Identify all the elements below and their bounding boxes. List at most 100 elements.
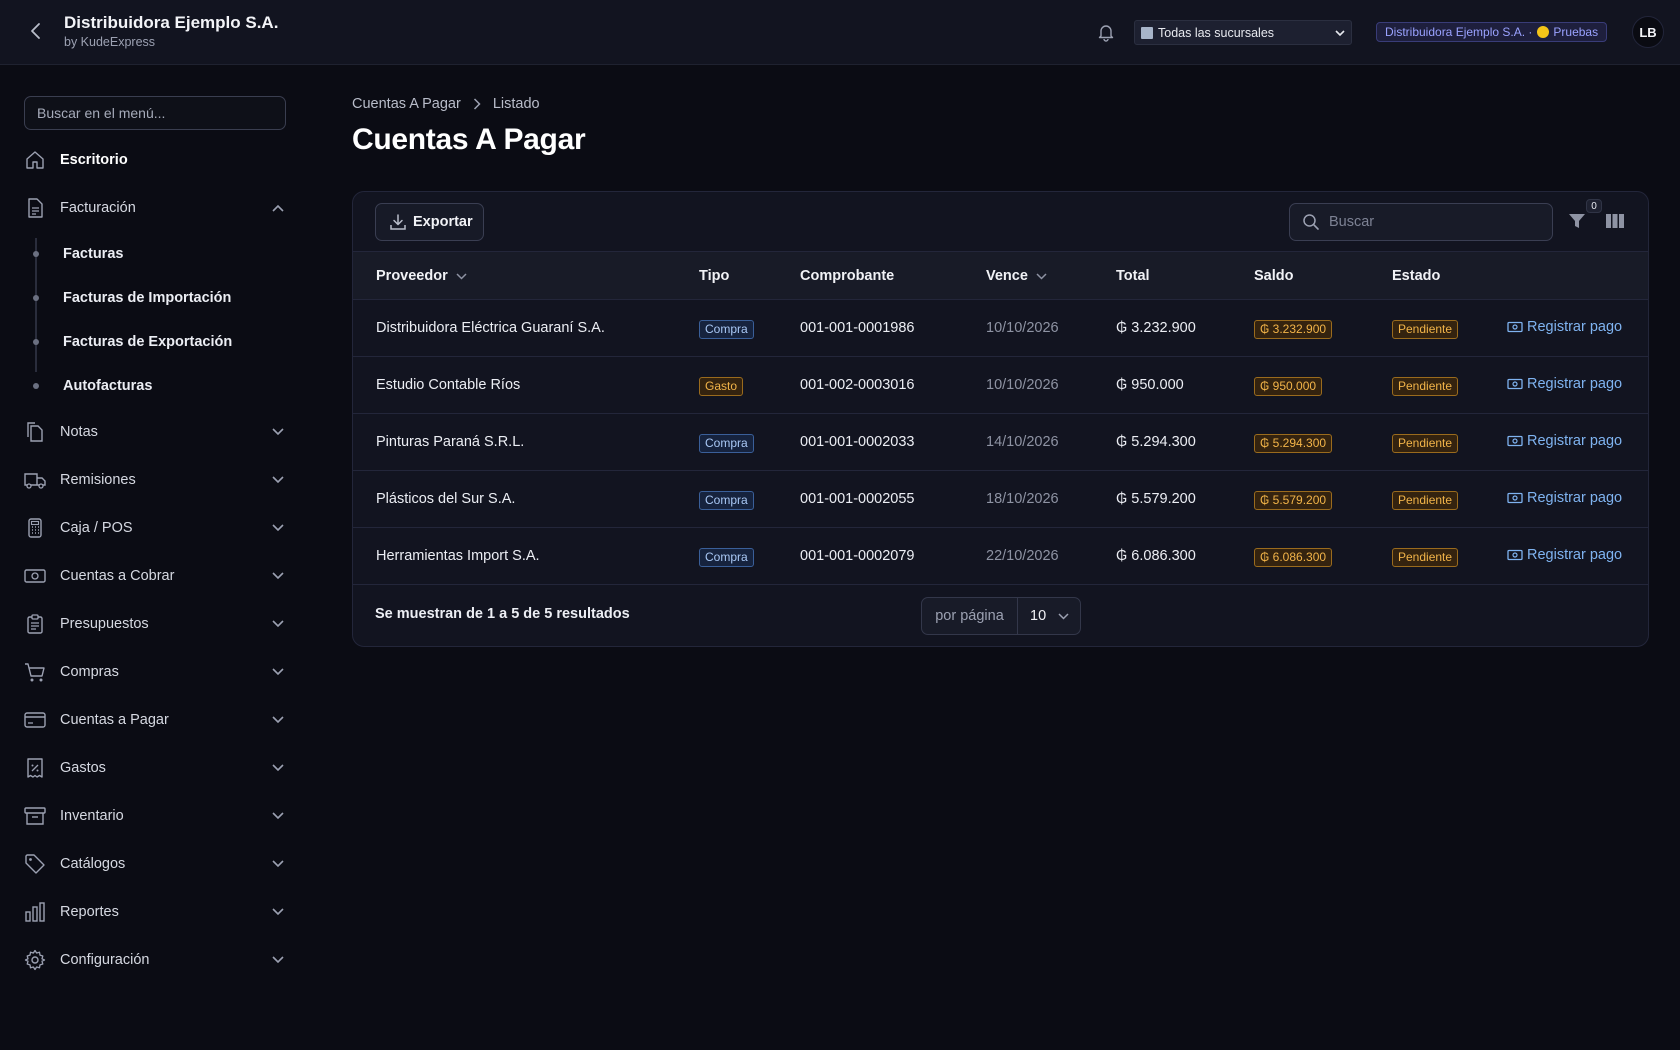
- sidebar-item-catalogos[interactable]: Catálogos: [24, 850, 286, 878]
- cart-icon: [24, 661, 46, 683]
- sidebar-subitem-facturas[interactable]: Facturas: [30, 240, 286, 268]
- per-page-value[interactable]: 10: [1018, 608, 1069, 624]
- home-icon: [24, 149, 46, 171]
- breadcrumb-current: Listado: [492, 96, 540, 112]
- cell-comprobante: 001-001-0002055: [800, 491, 915, 507]
- sidebar-item-facturacion[interactable]: Facturación: [24, 194, 286, 222]
- sidebar-item-inventario[interactable]: Inventario: [24, 802, 286, 830]
- sidebar-item-label: Cuentas a Pagar: [60, 712, 169, 728]
- breadcrumb-parent-link[interactable]: Cuentas A Pagar: [352, 96, 461, 112]
- sidebar-item-label: Cuentas a Cobrar: [60, 568, 175, 584]
- register-payment-link[interactable]: Registrar pago: [1507, 433, 1622, 449]
- per-page-label: por página: [922, 598, 1018, 634]
- cell-proveedor: Herramientas Import S.A.: [376, 548, 540, 564]
- column-header-label: Saldo: [1254, 268, 1294, 284]
- export-button[interactable]: Exportar: [375, 203, 484, 241]
- sidebar-item-escritorio[interactable]: Escritorio: [24, 146, 286, 174]
- filter-button[interactable]: [1567, 211, 1589, 233]
- sidebar-item-configuracion[interactable]: Configuración: [24, 946, 286, 974]
- sidebar-item-label: Compras: [60, 664, 119, 680]
- chevron-down-icon: [270, 424, 286, 440]
- sidebar-item-label: Catálogos: [60, 856, 126, 872]
- column-header-label: Estado: [1392, 268, 1441, 284]
- cell-total: ₲ 3.232.900: [1116, 320, 1196, 336]
- sort-chevron-down-icon[interactable]: [1036, 272, 1047, 280]
- environment-label: Pruebas: [1553, 25, 1599, 39]
- sidebar-subitem-facturas-exportacion[interactable]: Facturas de Exportación: [30, 328, 286, 356]
- cell-proveedor: Estudio Contable Ríos: [376, 377, 521, 393]
- column-header-estado: Estado: [1392, 268, 1440, 284]
- sidebar-item-notas[interactable]: Notas: [24, 418, 286, 446]
- cash-icon: [1507, 435, 1523, 447]
- bullet-icon: [33, 295, 39, 301]
- chevron-down-icon: [270, 664, 286, 680]
- register-payment-link[interactable]: Registrar pago: [1507, 319, 1622, 335]
- bullet-icon: [33, 251, 39, 257]
- column-header-label: Proveedor: [376, 268, 448, 284]
- table-search-input[interactable]: [1329, 214, 1529, 230]
- columns-toggle-button[interactable]: [1605, 213, 1625, 229]
- company-environment-badge: Distribuidora Ejemplo S.A. · Pruebas: [1376, 22, 1608, 42]
- column-header-vence[interactable]: Vence: [986, 268, 1047, 284]
- column-header-comprobante: Comprobante: [800, 268, 894, 284]
- status-badge: Pendiente: [1392, 491, 1459, 510]
- brand: Distribuidora Ejemplo S.A. by KudeExpres…: [64, 13, 278, 51]
- sidebar-item-remisiones[interactable]: Remisiones: [24, 466, 286, 494]
- column-header-proveedor[interactable]: Proveedor: [376, 268, 467, 284]
- calculator-icon: [24, 517, 46, 539]
- bullet-icon: [33, 383, 39, 389]
- sidebar-subitem-facturas-importacion[interactable]: Facturas de Importación: [30, 284, 286, 312]
- sidebar-item-reportes[interactable]: Reportes: [24, 898, 286, 926]
- sidebar-subitem-autofacturas[interactable]: Autofacturas: [30, 372, 286, 400]
- results-summary: Se muestran de 1 a 5 de 5 resultados: [375, 606, 630, 622]
- sidebar-item-compras[interactable]: Compras: [24, 658, 286, 686]
- breadcrumb: Cuentas A Pagar Listado: [352, 96, 540, 112]
- sort-chevron-down-icon[interactable]: [456, 272, 467, 280]
- chevron-left-icon: [31, 23, 40, 39]
- sidebar-item-label: Remisiones: [60, 472, 136, 488]
- table-row: Distribuidora Eléctrica Guaraní S.A. Com…: [353, 300, 1648, 357]
- sidebar-item-label: Escritorio: [60, 152, 128, 168]
- register-payment-link[interactable]: Registrar pago: [1507, 547, 1622, 563]
- export-button-label: Exportar: [413, 214, 473, 230]
- chevron-right-icon: [473, 98, 481, 110]
- cell-vence: 10/10/2026: [986, 320, 1059, 336]
- column-header-tipo: Tipo: [699, 268, 729, 284]
- cell-proveedor: Pinturas Paraná S.R.L.: [376, 434, 525, 450]
- tipo-badge: Compra: [699, 434, 754, 453]
- page-title: Cuentas A Pagar: [352, 123, 586, 156]
- sidebar-search-input[interactable]: [24, 96, 286, 130]
- sidebar-subitem-label: Facturas de Importación: [63, 290, 232, 306]
- tipo-badge: Compra: [699, 320, 754, 339]
- sidebar-item-presupuestos[interactable]: Presupuestos: [24, 610, 286, 638]
- sidebar-item-gastos[interactable]: Gastos: [24, 754, 286, 782]
- chevron-down-icon: [270, 952, 286, 968]
- register-payment-label: Registrar pago: [1527, 376, 1623, 392]
- cell-vence: 18/10/2026: [986, 491, 1059, 507]
- branch-select[interactable]: Todas las sucursales: [1134, 20, 1352, 45]
- table-row: Pinturas Paraná S.R.L. Compra 001-001-00…: [353, 414, 1648, 471]
- sidebar-item-cuentas-pagar[interactable]: Cuentas a Pagar: [24, 706, 286, 734]
- tipo-badge: Compra: [699, 548, 754, 567]
- sidebar-item-cuentas-cobrar[interactable]: Cuentas a Cobrar: [24, 562, 286, 590]
- back-button[interactable]: [24, 20, 46, 42]
- cash-icon: [1507, 321, 1523, 333]
- branch-select-value: Todas las sucursales: [1158, 25, 1275, 40]
- filter-icon: [1569, 214, 1585, 228]
- register-payment-link[interactable]: Registrar pago: [1507, 376, 1622, 392]
- cell-proveedor: Distribuidora Eléctrica Guaraní S.A.: [376, 320, 605, 336]
- sidebar-item-label: Notas: [60, 424, 98, 440]
- sidebar-item-caja-pos[interactable]: Caja / POS: [24, 514, 286, 542]
- environment-dot-icon: [1537, 26, 1550, 38]
- per-page-select[interactable]: por página 10: [921, 597, 1081, 635]
- filter-count-badge: 0: [1586, 199, 1602, 213]
- notifications-button[interactable]: [1096, 22, 1116, 42]
- chevron-down-icon: [1058, 612, 1069, 620]
- chevron-down-icon: [1335, 26, 1345, 40]
- company-title: Distribuidora Ejemplo S.A.: [64, 13, 279, 32]
- chevron-down-icon: [270, 568, 286, 584]
- register-payment-link[interactable]: Registrar pago: [1507, 490, 1622, 506]
- user-avatar[interactable]: LB: [1632, 16, 1664, 48]
- status-badge: Pendiente: [1392, 377, 1459, 396]
- documents-icon: [24, 421, 46, 443]
